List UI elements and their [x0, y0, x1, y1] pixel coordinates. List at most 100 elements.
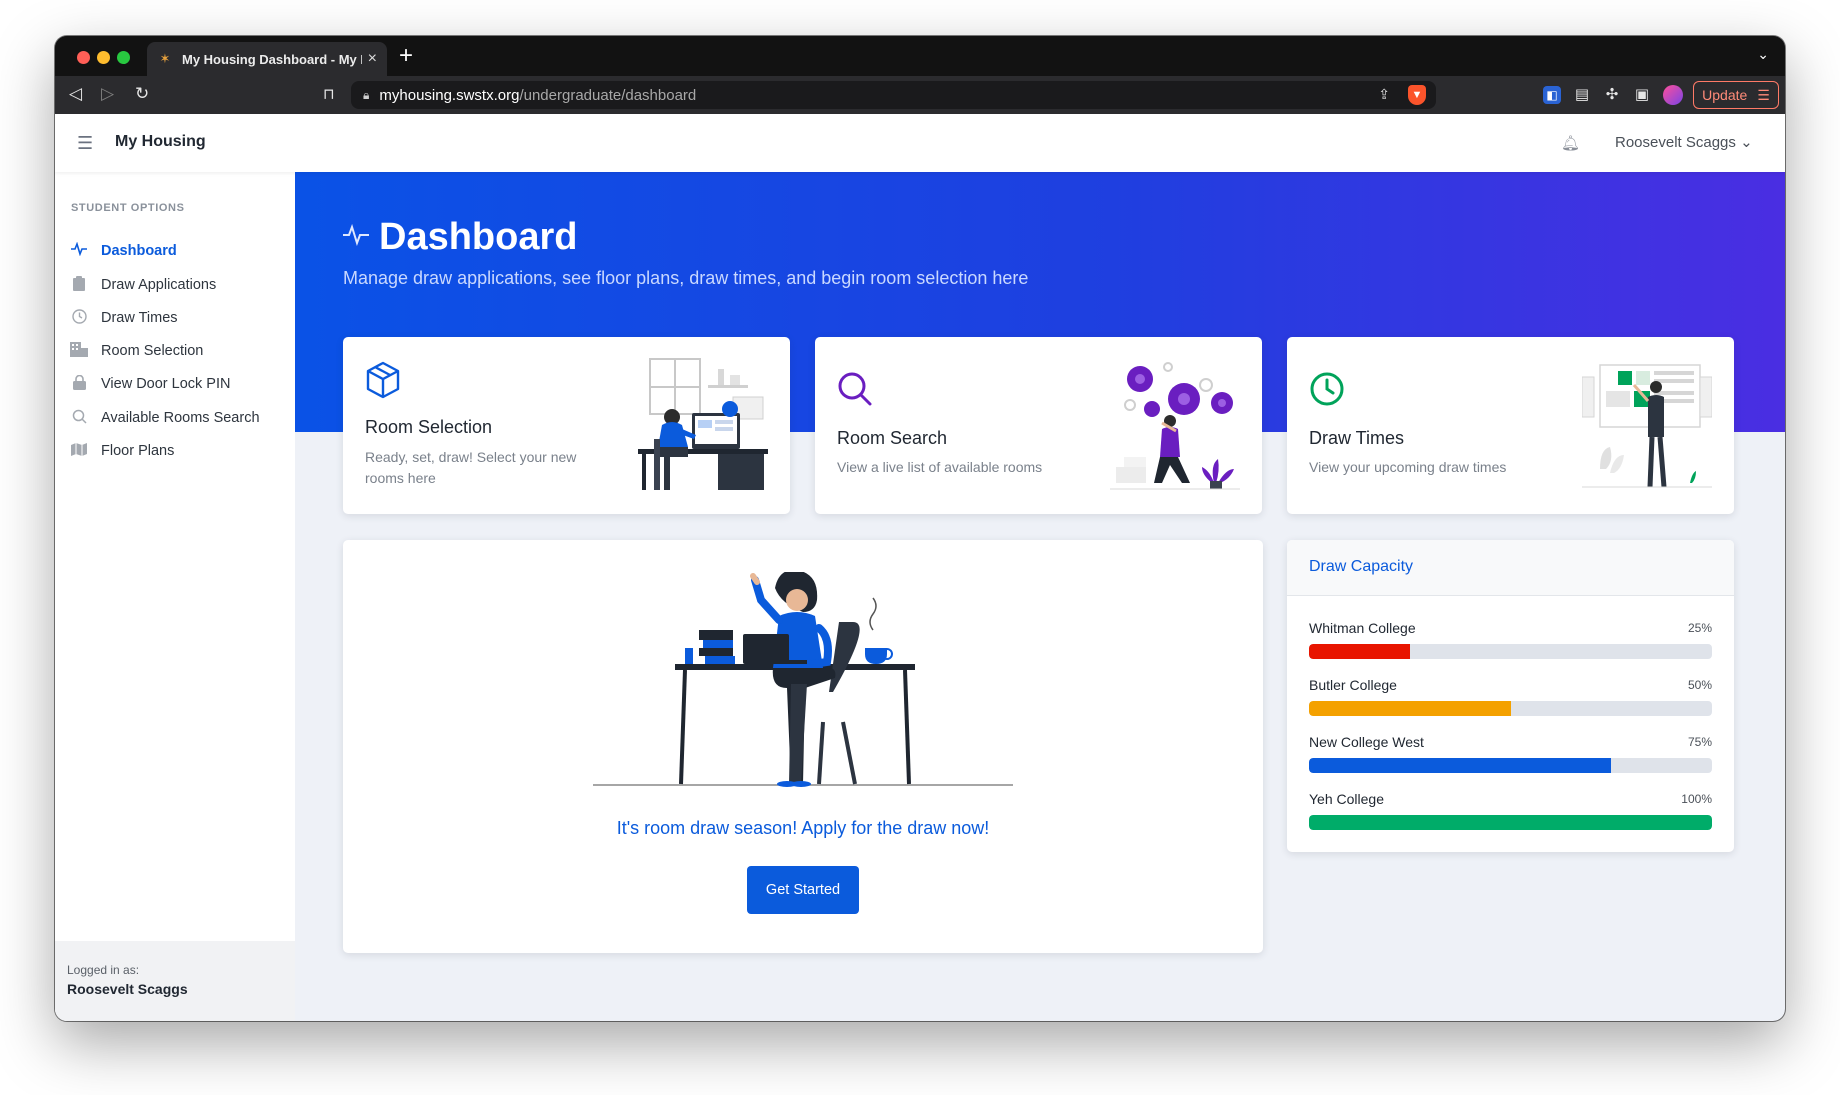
card-title: Draw Capacity	[1309, 558, 1414, 575]
capacity-row: Butler College 50%	[1309, 677, 1712, 727]
progress-fill	[1309, 815, 1712, 830]
address-bar[interactable]: 🔒︎ myhousing.swstx.org /undergraduate/da…	[351, 81, 1436, 109]
hamburger-menu-icon[interactable]: ☰	[77, 133, 93, 154]
college-name: Yeh College	[1309, 791, 1384, 807]
progress-track	[1309, 644, 1712, 659]
card-description: Ready, set, draw! Select your new rooms …	[365, 449, 577, 486]
college-name: Butler College	[1309, 677, 1397, 693]
main-content: Dashboard Manage draw applications, see …	[295, 172, 1785, 1021]
progress-fill	[1309, 644, 1410, 659]
sidebar-item-door-lock-pin[interactable]: View Door Lock PIN	[69, 369, 289, 399]
browser-toolbar: ◁ ▷ ↻ ⊓ 🔒︎ myhousing.swstx.org /undergra…	[55, 76, 1785, 114]
draw-times-card[interactable]: Draw Times View your upcoming draw times	[1287, 337, 1734, 514]
card-description: View a live list of available rooms	[837, 459, 1043, 475]
share-icon[interactable]: ⇪	[1378, 86, 1390, 103]
clock-icon	[1309, 371, 1345, 416]
progress-track	[1309, 758, 1712, 773]
page-title: Dashboard	[343, 216, 577, 259]
reload-icon[interactable]: ↻	[135, 84, 149, 104]
sidebar-toggle-icon[interactable]: ▣	[1633, 86, 1651, 104]
document-extension-icon[interactable]: ▤	[1573, 86, 1591, 104]
draw-times-illustration	[1582, 364, 1712, 488]
close-window-button[interactable]	[77, 51, 90, 64]
favicon-icon: ✶	[159, 51, 171, 66]
activity-icon	[69, 241, 89, 260]
brave-shield-icon[interactable]: ▼	[1408, 85, 1426, 105]
clipboard-icon	[69, 275, 89, 295]
profile-avatar[interactable]	[1663, 85, 1683, 105]
bitwarden-extension-icon[interactable]: ◧	[1543, 86, 1561, 104]
page-subtitle: Manage draw applications, see floor plan…	[343, 268, 1029, 288]
sidebar-item-label: Available Rooms Search	[101, 410, 260, 426]
activity-icon	[343, 222, 369, 253]
capacity-percent: 25%	[1687, 621, 1712, 635]
capacity-row: Whitman College 25%	[1309, 620, 1712, 670]
sidebar-item-dashboard[interactable]: Dashboard	[69, 236, 289, 266]
lock-icon	[69, 374, 89, 394]
user-dropdown[interactable]: Roosevelt Scaggs ⌄	[1615, 133, 1753, 151]
sidebar-item-label: Dashboard	[101, 243, 177, 259]
maximize-window-button[interactable]	[117, 51, 130, 64]
sidebar-item-label: Floor Plans	[101, 443, 175, 459]
sidebar-heading: STUDENT OPTIONS	[71, 202, 185, 214]
forward-icon[interactable]: ▷	[101, 84, 114, 104]
draw-cta-card: It's room draw season! Apply for the dra…	[343, 540, 1263, 953]
card-header: Draw Capacity	[1287, 540, 1734, 596]
college-name: New College West	[1309, 734, 1424, 750]
map-icon	[69, 442, 89, 460]
page-title-text: Dashboard	[379, 216, 578, 258]
building-icon	[69, 341, 89, 361]
sidebar-item-draw-applications[interactable]: Draw Applications	[69, 270, 289, 300]
sidebar-item-available-rooms-search[interactable]: Available Rooms Search	[69, 403, 289, 433]
back-icon[interactable]: ◁	[69, 84, 82, 104]
progress-fill	[1309, 701, 1511, 716]
search-icon	[69, 409, 89, 428]
bookmark-icon[interactable]: ⊓	[323, 85, 335, 103]
sidebar-item-label: View Door Lock PIN	[101, 376, 231, 392]
capacity-percent: 75%	[1687, 735, 1712, 749]
user-name: Roosevelt Scaggs	[1615, 134, 1736, 151]
menu-icon: ☰	[1757, 86, 1770, 103]
progress-track	[1309, 701, 1712, 716]
browser-tab[interactable]: ✶ My Housing Dashboard - My Ho ×	[147, 42, 387, 76]
sidebar-item-label: Room Selection	[101, 343, 204, 359]
update-button[interactable]: Update ☰	[1693, 81, 1779, 109]
web-page: ☰ My Housing 🔔︎ Roosevelt Scaggs ⌄ STUDE…	[55, 114, 1785, 1021]
chevron-down-icon: ⌄	[1740, 134, 1753, 151]
sidebar: STUDENT OPTIONS Dashboard Draw Applicati…	[55, 172, 295, 1021]
tab-title: My Housing Dashboard - My Ho	[182, 51, 362, 67]
tab-bar: ✶ My Housing Dashboard - My Ho × + ⌄	[55, 36, 1785, 76]
logged-in-label: Logged in as:	[67, 963, 140, 977]
capacity-percent: 50%	[1687, 678, 1712, 692]
room-search-card[interactable]: Room Search View a live list of availabl…	[815, 337, 1262, 514]
url-path: /undergraduate/dashboard	[519, 86, 697, 104]
tab-close-icon[interactable]: ×	[368, 50, 377, 68]
search-icon	[837, 371, 873, 416]
extensions-puzzle-icon[interactable]: ✣	[1603, 86, 1621, 104]
chevron-down-icon[interactable]: ⌄	[1757, 46, 1769, 63]
sidebar-item-room-selection[interactable]: Room Selection	[69, 336, 289, 366]
brand-title[interactable]: My Housing	[115, 133, 206, 151]
update-label: Update	[1702, 87, 1748, 103]
minimize-window-button[interactable]	[97, 51, 110, 64]
bell-icon[interactable]: 🔔︎	[1561, 134, 1580, 152]
sidebar-item-label: Draw Applications	[101, 277, 217, 293]
url-host: myhousing.swstx.org	[379, 86, 520, 104]
card-title: Room Search	[837, 428, 948, 448]
capacity-percent: 100%	[1681, 792, 1712, 806]
sidebar-item-floor-plans[interactable]: Floor Plans	[69, 436, 289, 466]
box-icon	[365, 361, 401, 408]
capacity-row: Yeh College 100%	[1309, 791, 1712, 841]
draw-capacity-card: Draw Capacity Whitman College 25% Butler…	[1287, 540, 1734, 852]
sidebar-item-draw-times[interactable]: Draw Times	[69, 303, 289, 333]
room-selection-card[interactable]: Room Selection Ready, set, draw! Select …	[343, 337, 790, 514]
top-navbar: ☰ My Housing 🔔︎ Roosevelt Scaggs ⌄	[55, 114, 1785, 172]
get-started-button[interactable]: Get Started	[747, 866, 859, 914]
room-selection-illustration	[638, 358, 768, 490]
card-description: View your upcoming draw times	[1309, 459, 1507, 475]
clock-icon	[69, 308, 89, 328]
progress-track	[1309, 815, 1712, 830]
card-title: Draw Times	[1309, 428, 1405, 448]
college-name: Whitman College	[1309, 620, 1416, 636]
new-tab-button[interactable]: +	[399, 42, 413, 70]
